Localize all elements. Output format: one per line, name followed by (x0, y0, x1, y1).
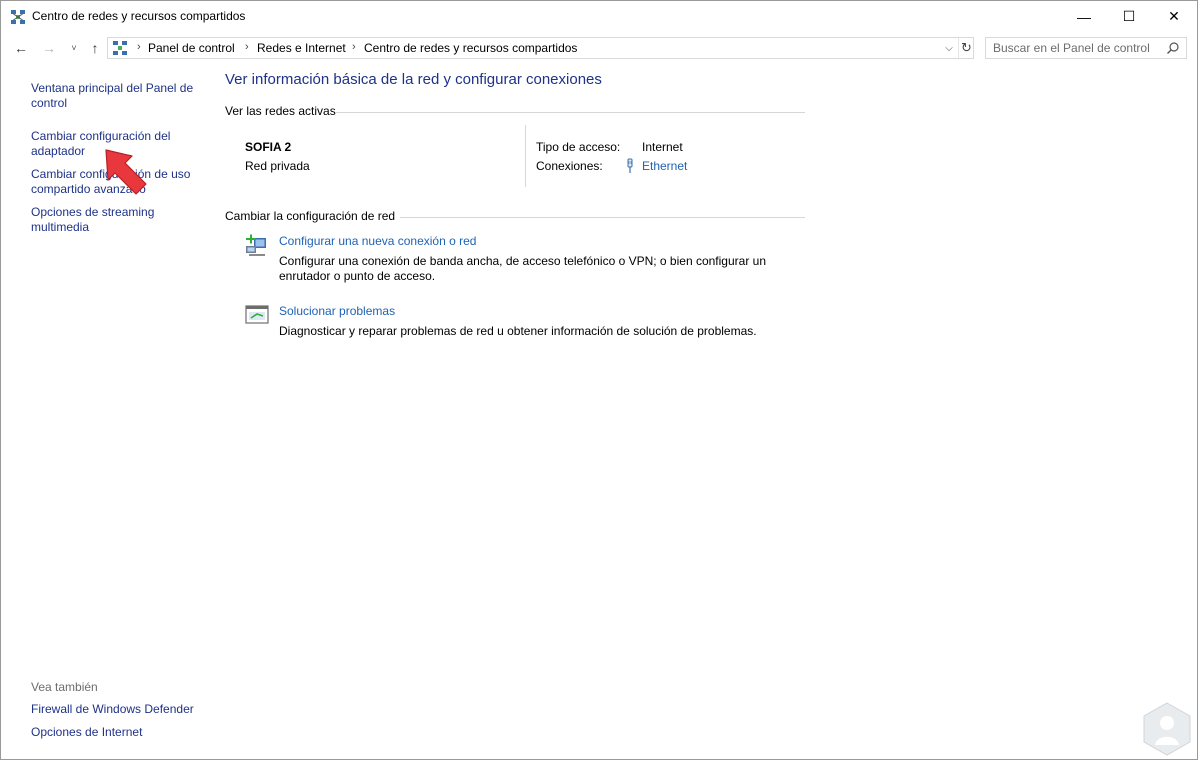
navigation-bar: ← → ˅ ↑ › Panel de control › Redes e Int… (1, 34, 1197, 64)
refresh-button[interactable]: ↻ (958, 38, 974, 58)
troubleshoot-description: Diagnosticar y reparar problemas de red … (279, 324, 757, 338)
see-also-heading: Vea también (31, 680, 98, 694)
chevron-down-icon: ˅ (71, 43, 77, 53)
vertical-divider (525, 125, 526, 187)
close-icon: ✕ (1168, 8, 1180, 24)
setup-connection-link[interactable]: Configurar una nueva conexión o red (279, 234, 476, 248)
up-arrow-icon: ↑ (91, 40, 99, 56)
search-icon (1167, 42, 1179, 54)
sidebar-link-streaming[interactable]: Opciones de streaming multimedia (31, 205, 201, 235)
ethernet-link[interactable]: Ethernet (642, 159, 687, 173)
back-arrow-icon: ← (14, 40, 28, 56)
page-title: Ver información básica de la red y confi… (225, 71, 602, 88)
setup-connection-description: Configurar una conexión de banda ancha, … (279, 254, 766, 283)
forward-button[interactable]: → (39, 38, 59, 58)
sidebar-link-panel-principal[interactable]: Ventana principal del Panel de control (31, 81, 201, 111)
access-type-label: Tipo de acceso: (536, 140, 621, 154)
maximize-button[interactable]: ☐ (1106, 1, 1152, 32)
breadcrumb-panel-de-control[interactable]: Panel de control (148, 41, 235, 55)
network-type: Red privada (245, 159, 310, 173)
change-settings-heading: Cambiar la configuración de red (225, 209, 396, 223)
troubleshoot-link[interactable]: Solucionar problemas (279, 304, 395, 318)
window-title: Centro de redes y recursos compartidos (32, 9, 246, 23)
minimize-icon: — (1077, 8, 1091, 25)
search-placeholder: Buscar en el Panel de control (993, 41, 1150, 55)
ethernet-icon (627, 158, 633, 173)
troubleshoot-icon (245, 305, 269, 324)
forward-arrow-icon: → (42, 40, 56, 56)
new-connection-icon (246, 234, 266, 256)
network-center-icon (113, 41, 127, 55)
maximize-icon: ☐ (1122, 8, 1136, 24)
search-input[interactable]: Buscar en el Panel de control (985, 37, 1187, 59)
up-button[interactable]: ↑ (85, 38, 105, 58)
breadcrumb-redes-e-internet[interactable]: Redes e Internet (257, 41, 346, 55)
back-button[interactable]: ← (11, 38, 31, 58)
breadcrumb-separator[interactable]: › (245, 41, 249, 53)
access-type-value: Internet (642, 140, 683, 154)
recent-locations-button[interactable]: ˅ (64, 38, 84, 58)
section-divider (335, 112, 805, 113)
address-dropdown-button[interactable]: ⌵ (940, 38, 958, 58)
address-bar[interactable]: › Panel de control › Redes e Internet › … (107, 37, 974, 59)
refresh-icon: ↻ (961, 40, 972, 55)
main-content: Ver información básica de la red y confi… (225, 65, 825, 665)
see-also-link-internet-options[interactable]: Opciones de Internet (31, 725, 201, 740)
minimize-button[interactable]: — (1061, 1, 1107, 32)
connections-label: Conexiones: (536, 159, 603, 173)
title-bar: Centro de redes y recursos compartidos —… (1, 1, 1197, 32)
annotation-arrow-icon (105, 149, 147, 195)
breadcrumb-separator[interactable]: › (137, 41, 141, 53)
breadcrumb-current[interactable]: Centro de redes y recursos compartidos (364, 41, 577, 55)
network-name: SOFIA 2 (245, 140, 292, 154)
see-also-link-firewall[interactable]: Firewall de Windows Defender (31, 702, 201, 717)
section-divider (400, 217, 805, 218)
chevron-down-icon: ⌵ (945, 42, 953, 54)
breadcrumb-separator[interactable]: › (352, 41, 356, 53)
active-networks-heading: Ver las redes activas (225, 104, 336, 118)
watermark-logo (1143, 702, 1191, 756)
network-center-icon (11, 10, 25, 24)
window: Centro de redes y recursos compartidos —… (0, 0, 1198, 760)
close-button[interactable]: ✕ (1151, 1, 1197, 32)
